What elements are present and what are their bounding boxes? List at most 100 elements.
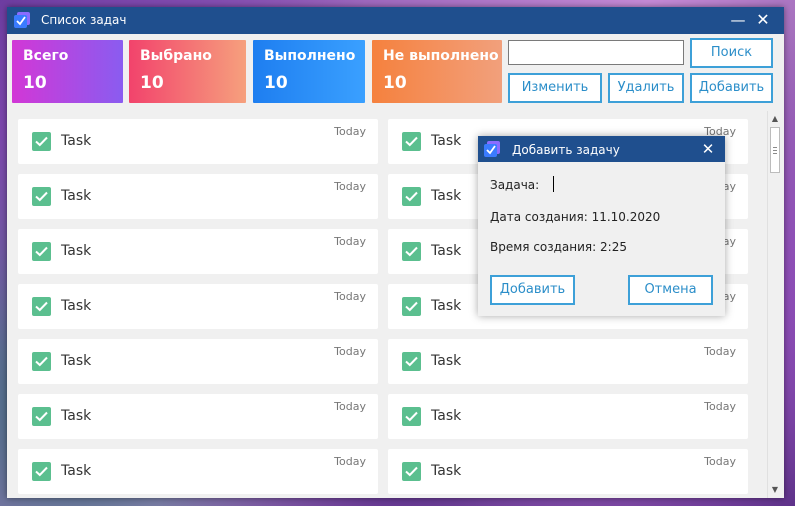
task-title: Task <box>61 408 92 424</box>
task-card[interactable]: Task Today <box>18 394 378 439</box>
checklist-app-icon <box>13 11 31 29</box>
stat-label: Не выполнено <box>383 48 499 64</box>
grip-line <box>773 147 777 148</box>
close-button[interactable]: ✕ <box>752 10 774 30</box>
window-title: Список задач <box>41 13 127 27</box>
task-checkbox[interactable] <box>402 242 421 261</box>
task-title: Task <box>61 298 92 314</box>
dialog-title: Добавить задачу <box>512 143 620 157</box>
dialog-add-button[interactable]: Добавить <box>490 275 575 305</box>
checkmark-icon <box>35 356 48 367</box>
stat-value: 10 <box>264 73 288 93</box>
task-title: Task <box>61 133 92 149</box>
checkmark-icon <box>405 356 418 367</box>
task-card[interactable]: Task Today <box>18 449 378 494</box>
stat-label: Выбрано <box>140 48 212 64</box>
grip-line <box>773 150 777 151</box>
stat-card-total[interactable]: Всего 10 <box>12 40 123 103</box>
task-title: Task <box>61 463 92 479</box>
checkmark-icon <box>35 411 48 422</box>
checkmark-icon <box>35 301 48 312</box>
task-checkbox[interactable] <box>32 462 51 481</box>
task-date: Today <box>704 455 736 468</box>
checkmark-icon <box>35 136 48 147</box>
search-button[interactable]: Поиск <box>690 38 773 68</box>
task-name-input[interactable] <box>550 176 700 194</box>
stat-value: 10 <box>140 73 164 93</box>
stat-label: Выполнено <box>264 48 356 64</box>
task-title: Task <box>431 188 462 204</box>
task-card[interactable]: Task Today <box>18 174 378 219</box>
stat-value: 10 <box>383 73 407 93</box>
task-checkbox[interactable] <box>402 297 421 316</box>
task-checkbox[interactable] <box>32 407 51 426</box>
scroll-up-icon[interactable]: ▲ <box>768 112 782 126</box>
checkmark-icon <box>405 246 418 257</box>
task-name-label: Задача: <box>490 178 540 192</box>
delete-button[interactable]: Удалить <box>608 73 684 103</box>
grip-line <box>773 153 777 154</box>
dialog-cancel-button[interactable]: Отмена <box>628 275 713 305</box>
minimize-button[interactable]: — <box>727 10 749 30</box>
checkmark-icon <box>405 136 418 147</box>
task-checkbox[interactable] <box>32 132 51 151</box>
task-title: Task <box>61 353 92 369</box>
task-card[interactable]: Task Today <box>388 449 748 494</box>
add-button[interactable]: Добавить <box>690 73 773 103</box>
stat-card-undone[interactable]: Не выполнено 10 <box>372 40 502 103</box>
task-checkbox[interactable] <box>32 187 51 206</box>
title-bar[interactable]: Список задач — ✕ <box>7 7 784 34</box>
task-date: Today <box>334 290 366 303</box>
task-date: Today <box>334 235 366 248</box>
checkmark-icon <box>405 466 418 477</box>
task-title: Task <box>61 243 92 259</box>
stat-label: Всего <box>23 48 69 64</box>
task-date: Today <box>704 400 736 413</box>
task-title: Task <box>431 298 462 314</box>
stat-card-selected[interactable]: Выбрано 10 <box>129 40 246 103</box>
task-date: Today <box>334 180 366 193</box>
task-card[interactable]: Task Today <box>18 229 378 274</box>
checkmark-icon <box>35 466 48 477</box>
task-card[interactable]: Task Today <box>18 119 378 164</box>
checkmark-icon <box>35 191 48 202</box>
stat-value: 10 <box>23 73 47 93</box>
dialog-title-bar[interactable]: Добавить задачу ✕ <box>478 136 725 162</box>
search-input[interactable] <box>508 40 684 65</box>
task-date: Today <box>704 345 736 358</box>
task-checkbox[interactable] <box>402 407 421 426</box>
task-date: Today <box>334 345 366 358</box>
scroll-thumb[interactable] <box>770 127 780 173</box>
stat-card-done[interactable]: Выполнено 10 <box>253 40 365 103</box>
task-checkbox[interactable] <box>402 352 421 371</box>
task-card[interactable]: Task Today <box>18 339 378 384</box>
task-checkbox[interactable] <box>32 242 51 261</box>
text-caret <box>553 176 554 192</box>
task-date: Today <box>334 400 366 413</box>
checklist-app-icon <box>483 140 501 158</box>
edit-button[interactable]: Изменить <box>508 73 602 103</box>
task-title: Task <box>61 188 92 204</box>
task-card[interactable]: Task Today <box>18 284 378 329</box>
task-title: Task <box>431 408 462 424</box>
task-card[interactable]: Task Today <box>388 394 748 439</box>
task-checkbox[interactable] <box>32 352 51 371</box>
task-checkbox[interactable] <box>402 187 421 206</box>
task-title: Task <box>431 353 462 369</box>
task-card[interactable]: Task Today <box>388 339 748 384</box>
dialog-close-button[interactable]: ✕ <box>698 139 718 159</box>
checkmark-icon <box>35 246 48 257</box>
vertical-scrollbar[interactable]: ▲ ▼ <box>767 111 781 498</box>
task-checkbox[interactable] <box>402 462 421 481</box>
checkmark-icon <box>405 191 418 202</box>
checkmark-icon <box>405 301 418 312</box>
task-checkbox[interactable] <box>402 132 421 151</box>
task-title: Task <box>431 133 462 149</box>
checkmark-icon <box>405 411 418 422</box>
task-checkbox[interactable] <box>32 297 51 316</box>
scroll-down-icon[interactable]: ▼ <box>768 483 782 497</box>
task-title: Task <box>431 243 462 259</box>
add-task-dialog: Добавить задачу ✕ Задача: Дата создания:… <box>478 136 725 316</box>
task-date: Today <box>334 125 366 138</box>
task-date: Today <box>334 455 366 468</box>
